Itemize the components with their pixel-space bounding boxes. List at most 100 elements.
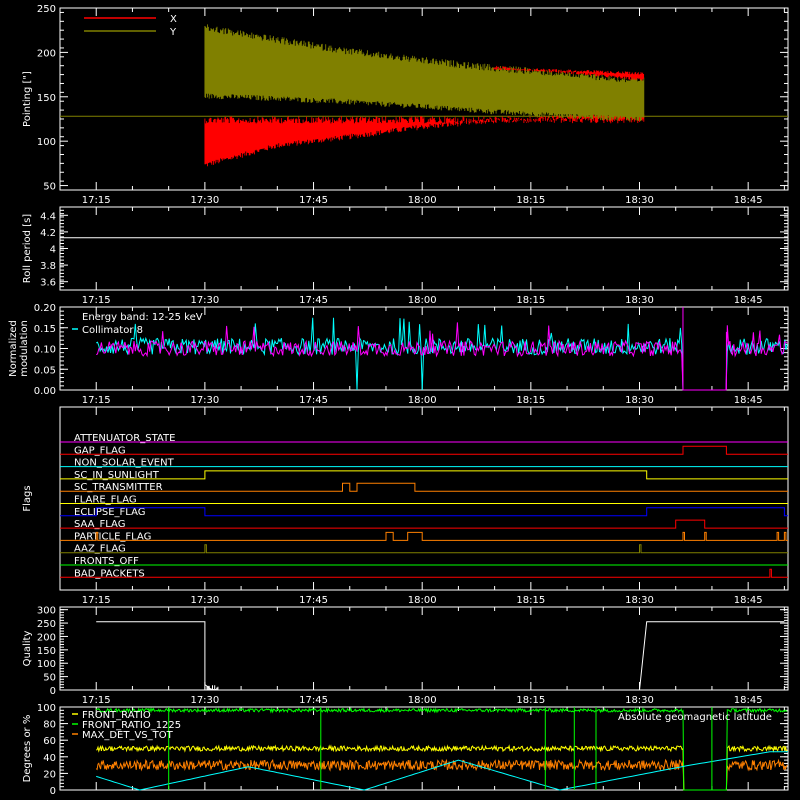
quality-y-tick-label: 150 (37, 646, 56, 657)
modulation-x-tick-label: 17:30 (190, 395, 219, 406)
quality-x-ticks (95, 607, 785, 690)
modulation-x-tick-label: 18:30 (625, 395, 654, 406)
flag-aaz-flag-line (60, 544, 788, 554)
roll-x-tick-label: 18:45 (734, 295, 763, 306)
quality-x-tick-label: 17:15 (82, 695, 111, 706)
modulation-x-tick-label: 18:45 (734, 395, 763, 406)
ratios-annotation: Absolute geomagnetic latitude (618, 712, 772, 723)
pointing-y-tick-label: 50 (43, 182, 56, 193)
flags-x-tick-label: 18:45 (734, 595, 763, 606)
modulation-y-tick-label: 0.15 (34, 324, 56, 335)
modulation-x-tick-label: 18:00 (408, 395, 437, 406)
ratios-y-tick-label: 60 (43, 736, 56, 747)
flags-x-tick-label: 17:30 (190, 595, 219, 606)
quality-y-axis: 0 50 100 150 200 250 300 (37, 606, 788, 697)
flag-particle-flag-line (60, 531, 788, 541)
flag-sc-transmitter-line (60, 482, 788, 492)
flags-x-tick-label: 17:45 (299, 595, 328, 606)
flags-x-tick-label: 17:15 (82, 595, 111, 606)
quality-y-tick-label: 200 (37, 632, 56, 643)
pointing-y-tick-label: 200 (37, 48, 56, 59)
legend-label-x: X (170, 14, 177, 25)
flags-x-tick-label: 18:30 (625, 595, 654, 606)
modulation-y-tick-label: 0.20 (34, 303, 56, 314)
modulation-x-tick-label: 17:15 (82, 395, 111, 406)
modulation-ylabel: Normalized (8, 320, 19, 377)
pointing-plot (60, 24, 788, 167)
flags-x-tick-label: 18:15 (516, 595, 545, 606)
pointing-x-tick-label: 18:45 (734, 195, 763, 206)
quality-x-tick-label: 18:15 (516, 695, 545, 706)
pointing-x-tick-label: 18:30 (625, 195, 654, 206)
roll-x-tick-label: 18:30 (625, 295, 654, 306)
pointing-x-tick-labels: 17:15 17:30 17:45 18:00 18:15 18:30 18:45 (82, 195, 763, 206)
flag-eclipse-flag-line (60, 507, 788, 517)
modulation-y-tick-label: 0.05 (34, 365, 56, 376)
quality-y-tick-label: 250 (37, 619, 56, 630)
roll-y-axis: 3.6 3.8 4 4.2 4.4 (40, 209, 788, 291)
modulation-y-tick-label: 0.10 (34, 345, 56, 356)
roll-y-tick-label: 4.2 (40, 228, 56, 239)
pointing-x-tick-label: 17:15 (82, 195, 111, 206)
flag-gap-flag-line (60, 445, 788, 455)
modulation-x-tick-label: 17:45 (299, 395, 328, 406)
flag-bad-packets-line (60, 568, 788, 578)
flags-plot: ATTENUATOR_STATEGAP_FLAGNON_SOLAR_EVENTS… (60, 433, 788, 579)
ratios-legend: FRONT_RATIOFRONT_RATIO_1225MAX_DET_VS_TO… (72, 710, 181, 741)
quality-x-tick-label: 18:00 (408, 695, 437, 706)
roll-ylabel: Roll period [s] (22, 214, 33, 283)
pointing-x-tick-label: 18:00 (408, 195, 437, 206)
pointing-x-tick-label: 17:30 (190, 195, 219, 206)
quality-line (96, 621, 785, 691)
flag-sc-in-sunlight-line (60, 470, 788, 480)
quality-y-tick-label: 300 (37, 606, 56, 617)
ratios-y-tick-label: 0 (50, 786, 56, 797)
pointing-y-tick-label: 100 (37, 137, 56, 148)
roll-x-tick-label: 17:45 (299, 295, 328, 306)
modulation-series-magenta (95, 322, 788, 391)
modulation-y-tick-label: 0.00 (34, 386, 56, 397)
quality-x-tick-label: 17:45 (299, 695, 328, 706)
series-x-lower (204, 112, 645, 167)
pointing-y-tick-label: 150 (37, 93, 56, 104)
roll-x-tick-label: 17:15 (82, 295, 111, 306)
ratios-y-tick-label: 20 (43, 769, 56, 780)
roll-x-tick-labels: 17:15 17:30 17:45 18:00 18:15 18:30 18:45 (82, 295, 763, 306)
roll-x-ticks (95, 207, 785, 290)
roll-x-tick-label: 18:15 (516, 295, 545, 306)
quality-x-tick-label: 17:30 (190, 695, 219, 706)
quality-y-tick-label: 100 (37, 659, 56, 670)
pointing-x-tick-label: 17:45 (299, 195, 328, 206)
quality-y-tick-label: 0 (50, 686, 56, 697)
flag-saa-flag-line (60, 519, 788, 529)
modulation-ylabel: modulation (19, 320, 30, 377)
ratios-legend-label: MAX_DET_VS_TOT (82, 730, 174, 741)
roll-x-tick-label: 17:30 (190, 295, 219, 306)
modulation-x-tick-label: 18:15 (516, 395, 545, 406)
modulation-x-tick-labels: 17:15 17:30 17:45 18:00 18:15 18:30 18:45 (82, 395, 763, 406)
ratios-ylabel: Degrees or % (22, 715, 33, 783)
pointing-legend: XY (84, 14, 177, 38)
flags-x-tick-labels: 17:15 17:30 17:45 18:00 18:15 18:30 18:45 (82, 595, 763, 606)
modulation-series-collimator (95, 317, 788, 391)
flags-ylabel: Flags (22, 485, 33, 511)
pointing-y-tick-label: 250 (37, 4, 56, 15)
modulation-legend-label: Collimator 8 (82, 325, 143, 336)
roll-x-tick-label: 18:00 (408, 295, 437, 306)
quality-x-tick-label: 18:45 (734, 695, 763, 706)
quality-frame (59, 606, 789, 691)
flags-x-tick-label: 18:00 (408, 595, 437, 606)
roll-y-tick-label: 4 (50, 245, 56, 256)
pointing-ylabel: Pointing ["] (22, 71, 33, 127)
ratios-y-tick-label: 100 (37, 703, 56, 714)
quality-ylabel: Quality (22, 631, 33, 667)
roll-y-tick-label: 3.8 (40, 261, 56, 272)
quality-x-tick-label: 18:30 (625, 695, 654, 706)
roll-frame (59, 206, 789, 291)
roll-y-tick-label: 3.6 (40, 278, 56, 289)
pointing-x-tick-label: 18:15 (516, 195, 545, 206)
roll-y-tick-label: 4.4 (40, 211, 56, 222)
modulation-annotation: Energy band: 12-25 keV (82, 312, 203, 323)
flags-x-ticks (95, 407, 785, 590)
chart-canvas: Pointing ["] 17:15 17:30 17:45 18:00 18:15 18:… (8, 4, 789, 797)
